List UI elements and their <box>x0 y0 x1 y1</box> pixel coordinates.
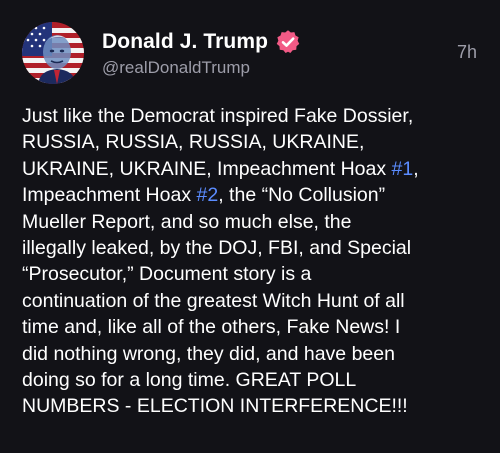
post-timestamp[interactable]: 7h <box>457 42 477 63</box>
author-display-name[interactable]: Donald J. Trump <box>102 30 268 54</box>
post-card: Donald J. Trump @realDonaldTrump 7h Just… <box>0 0 500 453</box>
post-text-segment: RUSSIA, RUSSIA, RUSSIA, UKRAINE, <box>22 131 365 154</box>
post-text-segment: Just like the Democrat inspired Fake Dos… <box>22 105 414 127</box>
post-text-segment: continuation of the greatest Witch Hunt … <box>22 289 405 312</box>
post-body-line: continuation of the greatest Witch Hunt … <box>22 288 484 314</box>
post-text-segment: NUMBERS - ELECTION INTERFERENCE!!! <box>22 395 408 418</box>
post-body-line: Mueller Report, and so much else, the <box>22 209 484 235</box>
hashtag-link[interactable]: #2 <box>197 184 219 206</box>
post-body-line: doing so for a long time. GREAT POLL <box>22 367 484 393</box>
post-text-segment: time and, like all of the others, Fake N… <box>22 316 401 339</box>
post-body-line: NUMBERS - ELECTION INTERFERENCE!!! <box>22 393 484 419</box>
post-body: Just like the Democrat inspired Fake Dos… <box>22 103 484 420</box>
post-text-segment: Mueller Report, and so much else, the <box>22 210 352 233</box>
post-text-segment: Impeachment Hoax <box>22 184 197 207</box>
post-body-line: time and, like all of the others, Fake N… <box>22 314 484 340</box>
flag-portrait-avatar <box>22 22 84 84</box>
post-text-segment: illegally leaked, by the DOJ, FBI, and S… <box>22 237 412 260</box>
verified-badge-icon <box>276 30 300 54</box>
post-body-line: did nothing wrong, they did, and have be… <box>22 341 484 367</box>
post-body-line: UKRAINE, UKRAINE, Impeachment Hoax #1, <box>22 156 484 182</box>
post-text-segment: did nothing wrong, they did, and have be… <box>22 342 395 365</box>
post-body-line: “Prosecutor,” Document story is a <box>22 261 484 287</box>
author-name-row: Donald J. Trump <box>102 28 301 56</box>
post-body-line: Just like the Democrat inspired Fake Dos… <box>22 103 484 129</box>
avatar[interactable] <box>22 22 84 84</box>
post-body-line: Impeachment Hoax #2, the “No Collusion” <box>22 182 484 208</box>
post-text-segment: , <box>413 157 419 180</box>
author-handle[interactable]: @realDonaldTrump <box>102 58 250 78</box>
post-body-line: RUSSIA, RUSSIA, RUSSIA, UKRAINE, <box>22 129 484 155</box>
post-text-segment: “Prosecutor,” Document story is a <box>22 263 312 286</box>
post-text-segment: , the “No Collusion” <box>218 184 386 207</box>
post-text-segment: UKRAINE, UKRAINE, Impeachment Hoax <box>22 157 392 180</box>
post-text-segment: doing so for a long time. GREAT POLL <box>22 369 357 392</box>
post-body-line: illegally leaked, by the DOJ, FBI, and S… <box>22 235 484 261</box>
hashtag-link[interactable]: #1 <box>392 158 414 180</box>
